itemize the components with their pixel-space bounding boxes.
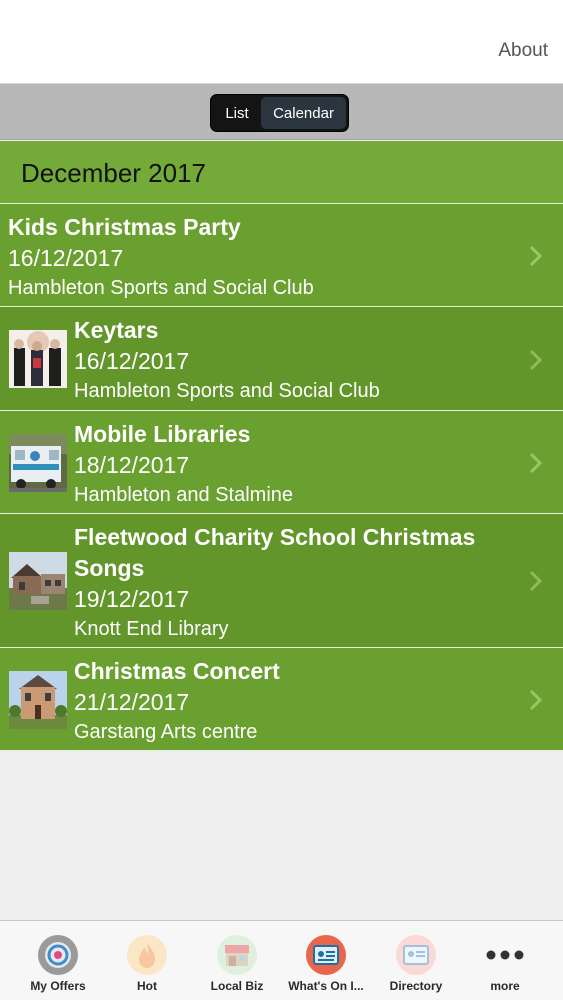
calendar-segment[interactable]: Calendar bbox=[261, 97, 346, 129]
event-venue: Hambleton Sports and Social Club bbox=[8, 277, 314, 299]
event-row[interactable]: Kids Christmas Party 16/12/2017 Hambleto… bbox=[0, 204, 563, 307]
tab-label: Hot bbox=[137, 979, 157, 993]
event-text: Keytars 16/12/2017 Hambleton Sports and … bbox=[74, 315, 503, 406]
event-name: Kids Christmas Party bbox=[8, 214, 241, 240]
month-header: December 2017 bbox=[0, 141, 563, 204]
event-row[interactable]: Christmas Concert 21/12/2017 Garstang Ar… bbox=[0, 648, 563, 751]
tab-local-biz[interactable]: Local Biz bbox=[190, 921, 284, 1000]
list-segment[interactable]: List bbox=[213, 97, 261, 129]
top-bar: About bbox=[0, 0, 563, 83]
event-venue: Hambleton Sports and Social Club bbox=[74, 380, 380, 402]
event-venue: Knott End Library bbox=[74, 618, 229, 640]
chevron-right-icon bbox=[529, 452, 543, 474]
chevron-right-icon bbox=[529, 245, 543, 267]
view-segmented-control: List Calendar bbox=[210, 94, 349, 132]
tab-label: What's On I... bbox=[288, 979, 364, 993]
directory-icon bbox=[396, 935, 436, 975]
tab-hot[interactable]: Hot bbox=[100, 921, 194, 1000]
event-thumbnail bbox=[9, 671, 67, 729]
month-title: December 2017 bbox=[21, 158, 206, 188]
event-text: Fleetwood Charity School Christmas Songs… bbox=[74, 522, 503, 644]
about-button[interactable]: About bbox=[498, 40, 548, 62]
event-list: Kids Christmas Party 16/12/2017 Hambleto… bbox=[0, 204, 563, 751]
event-date: 19/12/2017 bbox=[74, 586, 190, 612]
event-venue: Hambleton and Stalmine bbox=[74, 484, 294, 506]
tab-directory[interactable]: Directory bbox=[369, 921, 463, 1000]
event-name: Keytars bbox=[74, 317, 159, 343]
event-thumbnail bbox=[9, 552, 67, 610]
tab-label: more bbox=[490, 979, 520, 993]
offers-icon bbox=[38, 935, 78, 975]
event-thumbnail bbox=[9, 330, 67, 388]
event-date: 16/12/2017 bbox=[74, 348, 190, 374]
event-name: Fleetwood Charity School Christmas Songs bbox=[74, 524, 476, 581]
whats-on-icon bbox=[306, 935, 346, 975]
event-text: Kids Christmas Party 16/12/2017 Hambleto… bbox=[8, 212, 503, 303]
more-icon bbox=[485, 935, 525, 975]
event-date: 16/12/2017 bbox=[8, 245, 124, 271]
event-row[interactable]: Fleetwood Charity School Christmas Songs… bbox=[0, 514, 563, 648]
event-row[interactable]: Mobile Libraries 18/12/2017 Hambleton an… bbox=[0, 411, 563, 514]
view-switch-bar: List Calendar bbox=[0, 83, 563, 140]
tab-whats-on[interactable]: What's On I... bbox=[279, 921, 373, 1000]
event-row[interactable]: Keytars 16/12/2017 Hambleton Sports and … bbox=[0, 307, 563, 411]
event-date: 21/12/2017 bbox=[74, 689, 190, 715]
event-thumbnail bbox=[9, 434, 67, 492]
tab-label: Directory bbox=[389, 979, 443, 993]
chevron-right-icon bbox=[529, 689, 543, 711]
chevron-right-icon bbox=[529, 349, 543, 371]
event-text: Mobile Libraries 18/12/2017 Hambleton an… bbox=[74, 419, 503, 510]
event-date: 18/12/2017 bbox=[74, 452, 190, 478]
shop-icon bbox=[217, 935, 257, 975]
tab-my-offers[interactable]: My Offers bbox=[11, 921, 105, 1000]
event-venue: Garstang Arts centre bbox=[74, 721, 258, 743]
tab-label: Local Biz bbox=[210, 979, 264, 993]
tab-more[interactable]: more bbox=[458, 921, 552, 1000]
event-text: Christmas Concert 21/12/2017 Garstang Ar… bbox=[74, 656, 503, 747]
flame-icon bbox=[127, 935, 167, 975]
chevron-right-icon bbox=[529, 570, 543, 592]
tab-bar: My Offers Hot Local Biz What's On I... D… bbox=[0, 920, 563, 1000]
event-name: Mobile Libraries bbox=[74, 421, 251, 447]
tab-label: My Offers bbox=[30, 979, 86, 993]
event-name: Christmas Concert bbox=[74, 658, 280, 684]
